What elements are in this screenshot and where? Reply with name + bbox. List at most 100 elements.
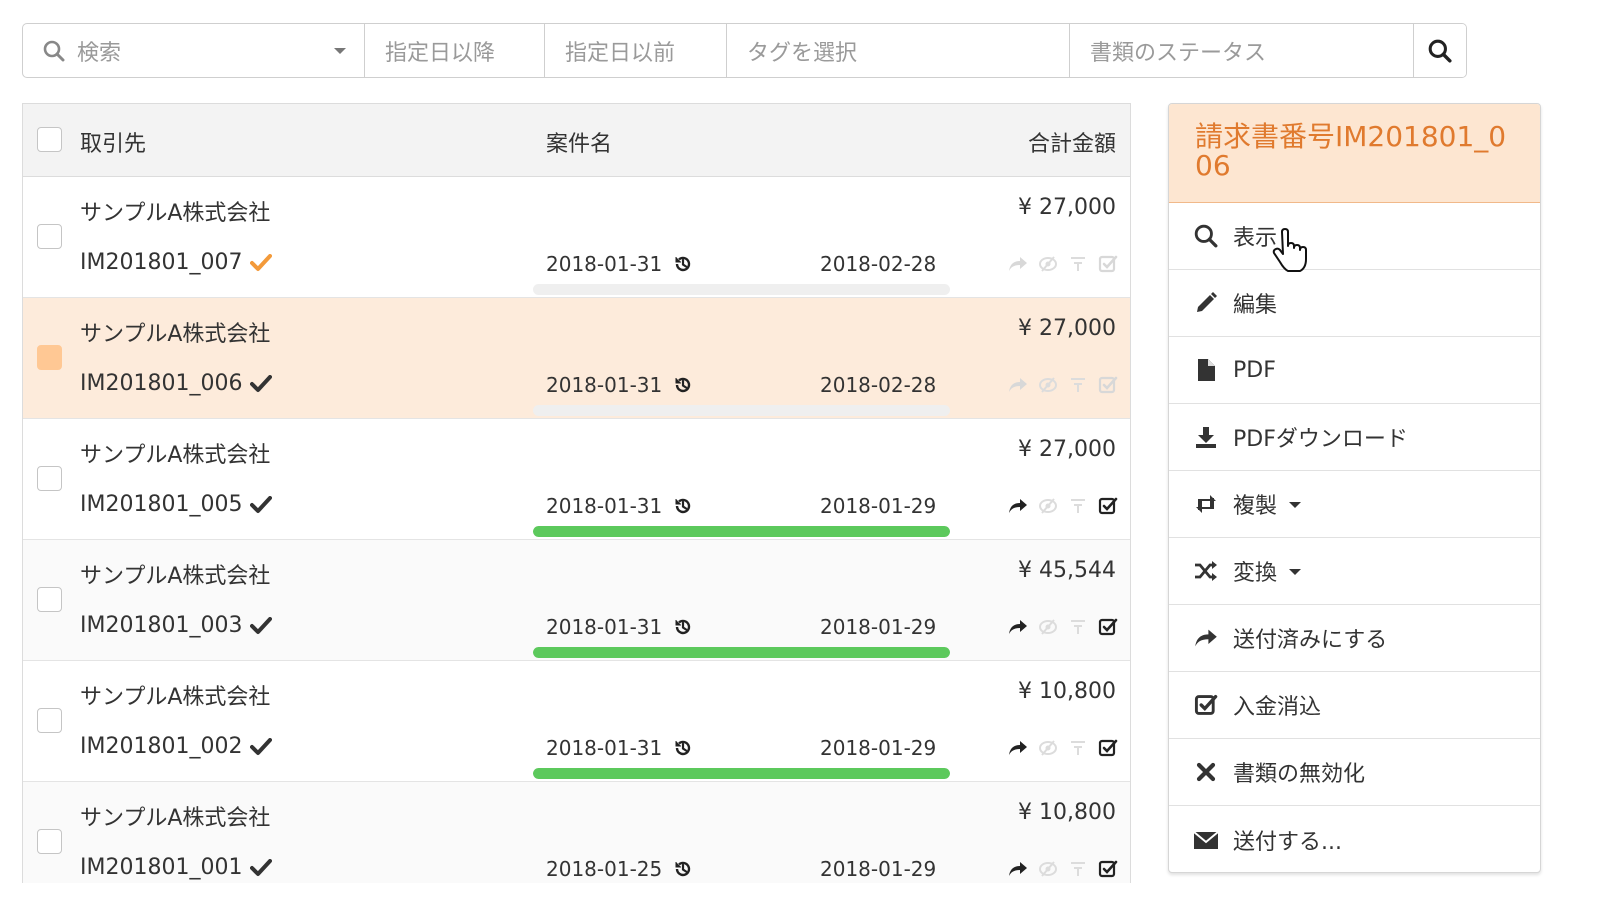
table-row[interactable]: サンプルA株式会社 IM201801_001 ¥ 10,800 2018-01-… <box>23 782 1130 883</box>
history-icon <box>674 618 692 636</box>
date-before-field[interactable]: 指定日以前 <box>545 24 727 77</box>
share-icon[interactable] <box>1008 375 1028 395</box>
header-party: 取引先 <box>80 132 147 157</box>
search-dropdown[interactable]: 検索 <box>23 24 365 77</box>
invoice-number[interactable]: IM201801_002 <box>80 734 273 759</box>
file-icon <box>1193 357 1219 383</box>
menu-item-shuffle[interactable]: 変換 <box>1169 538 1540 605</box>
invoice-number-text: IM201801_006 <box>80 371 243 396</box>
row-checkbox[interactable] <box>37 829 62 854</box>
search-icon <box>1428 39 1452 63</box>
eye-slash-icon[interactable] <box>1038 617 1058 637</box>
company-name[interactable]: サンプルA株式会社 <box>80 437 270 469</box>
share-icon[interactable] <box>1008 738 1028 758</box>
hand-cursor-icon <box>1272 228 1307 272</box>
invoice-number[interactable]: IM201801_007 <box>80 250 273 275</box>
invoice-table: 取引先 案件名 合計金額 サンプルA株式会社 IM201801_007 ¥ 27… <box>22 103 1131 883</box>
menu-item-download[interactable]: PDFダウンロード <box>1169 404 1540 471</box>
share-icon[interactable] <box>1008 496 1028 516</box>
table-row[interactable]: サンプルA株式会社 IM201801_003 ¥ 45,544 2018-01-… <box>23 540 1130 661</box>
company-name[interactable]: サンプルA株式会社 <box>80 195 270 227</box>
company-name[interactable]: サンプルA株式会社 <box>80 800 270 832</box>
eye-slash-icon[interactable] <box>1038 254 1058 274</box>
total-amount: ¥ 27,000 <box>1018 195 1116 220</box>
issue-date: 2018-01-31 <box>546 494 692 518</box>
check-icon <box>250 616 273 635</box>
check-square-icon[interactable] <box>1098 617 1118 637</box>
history-icon <box>674 739 692 757</box>
menu-item-file[interactable]: PDF <box>1169 337 1540 404</box>
company-name[interactable]: サンプルA株式会社 <box>80 679 270 711</box>
row-checkbox[interactable] <box>37 466 62 491</box>
due-date: 2018-01-29 <box>820 857 937 881</box>
select-all-checkbox[interactable] <box>37 127 62 152</box>
menu-item-envelope[interactable]: 送付する... <box>1169 806 1540 872</box>
menu-item-search[interactable]: 表示 <box>1169 203 1540 270</box>
table-row[interactable]: サンプルA株式会社 IM201801_002 ¥ 10,800 2018-01-… <box>23 661 1130 782</box>
check-square-icon[interactable] <box>1098 496 1118 516</box>
issue-date-text: 2018-01-31 <box>546 373 663 397</box>
row-checkbox[interactable] <box>37 224 62 249</box>
filter-icon[interactable] <box>1068 375 1088 395</box>
total-amount: ¥ 27,000 <box>1018 437 1116 462</box>
share-icon[interactable] <box>1008 617 1028 637</box>
row-checkbox[interactable] <box>37 345 62 370</box>
row-status-icons <box>1008 254 1118 274</box>
status-select[interactable]: 書類のステータス <box>1070 24 1414 77</box>
filter-icon[interactable] <box>1068 859 1088 879</box>
action-menu: 表示 編集 PDF PDFダウンロード 複製 変換 送付済みにする 入金消込 書… <box>1169 203 1540 872</box>
company-name[interactable]: サンプルA株式会社 <box>80 316 270 348</box>
check-square-icon[interactable] <box>1098 375 1118 395</box>
table-row[interactable]: サンプルA株式会社 IM201801_007 ¥ 27,000 2018-01-… <box>23 177 1130 298</box>
issue-date: 2018-01-31 <box>546 615 692 639</box>
check-square-icon[interactable] <box>1098 254 1118 274</box>
check-square-icon[interactable] <box>1098 859 1118 879</box>
issue-date-text: 2018-01-31 <box>546 252 663 276</box>
menu-item-label: 複製 <box>1233 494 1278 519</box>
table-header: 取引先 案件名 合計金額 <box>23 104 1130 177</box>
check-icon <box>250 737 273 756</box>
table-row[interactable]: サンプルA株式会社 IM201801_006 ¥ 27,000 2018-01-… <box>23 298 1130 419</box>
caret-down-icon <box>1289 569 1302 575</box>
search-button[interactable] <box>1414 24 1466 77</box>
eye-slash-icon[interactable] <box>1038 859 1058 879</box>
row-checkbox[interactable] <box>37 708 62 733</box>
eye-slash-icon[interactable] <box>1038 496 1058 516</box>
menu-item-label: 書類の無効化 <box>1233 762 1366 787</box>
menu-item-retweet[interactable]: 複製 <box>1169 471 1540 538</box>
invoice-number[interactable]: IM201801_003 <box>80 613 273 638</box>
total-amount: ¥ 27,000 <box>1018 316 1116 341</box>
menu-item-label: 入金消込 <box>1233 695 1322 720</box>
menu-item-share[interactable]: 送付済みにする <box>1169 605 1540 672</box>
payment-progress-bar <box>533 284 950 295</box>
menu-item-x[interactable]: 書類の無効化 <box>1169 739 1540 806</box>
share-icon[interactable] <box>1008 254 1028 274</box>
filter-icon[interactable] <box>1068 617 1088 637</box>
x-icon <box>1193 759 1219 785</box>
row-checkbox[interactable] <box>37 587 62 612</box>
row-status-icons <box>1008 738 1118 758</box>
issue-date: 2018-01-31 <box>546 252 692 276</box>
due-date: 2018-01-29 <box>820 736 937 760</box>
total-amount: ¥ 45,544 <box>1018 558 1116 583</box>
company-name[interactable]: サンプルA株式会社 <box>80 558 270 590</box>
history-icon <box>674 860 692 878</box>
retweet-icon <box>1193 491 1219 517</box>
invoice-number[interactable]: IM201801_005 <box>80 492 273 517</box>
filter-icon[interactable] <box>1068 496 1088 516</box>
invoice-number[interactable]: IM201801_001 <box>80 855 273 880</box>
share-icon[interactable] <box>1008 859 1028 879</box>
menu-item-label: PDF <box>1233 357 1276 383</box>
menu-item-pencil[interactable]: 編集 <box>1169 270 1540 337</box>
filter-icon[interactable] <box>1068 254 1088 274</box>
eye-slash-icon[interactable] <box>1038 375 1058 395</box>
check-square-icon[interactable] <box>1098 738 1118 758</box>
menu-item-check-square[interactable]: 入金消込 <box>1169 672 1540 739</box>
eye-slash-icon[interactable] <box>1038 738 1058 758</box>
filter-icon[interactable] <box>1068 738 1088 758</box>
table-row[interactable]: サンプルA株式会社 IM201801_005 ¥ 27,000 2018-01-… <box>23 419 1130 540</box>
invoice-number[interactable]: IM201801_006 <box>80 371 273 396</box>
tags-select[interactable]: タグを選択 <box>727 24 1070 77</box>
date-after-field[interactable]: 指定日以降 <box>365 24 545 77</box>
invoice-number-text: IM201801_003 <box>80 613 243 638</box>
